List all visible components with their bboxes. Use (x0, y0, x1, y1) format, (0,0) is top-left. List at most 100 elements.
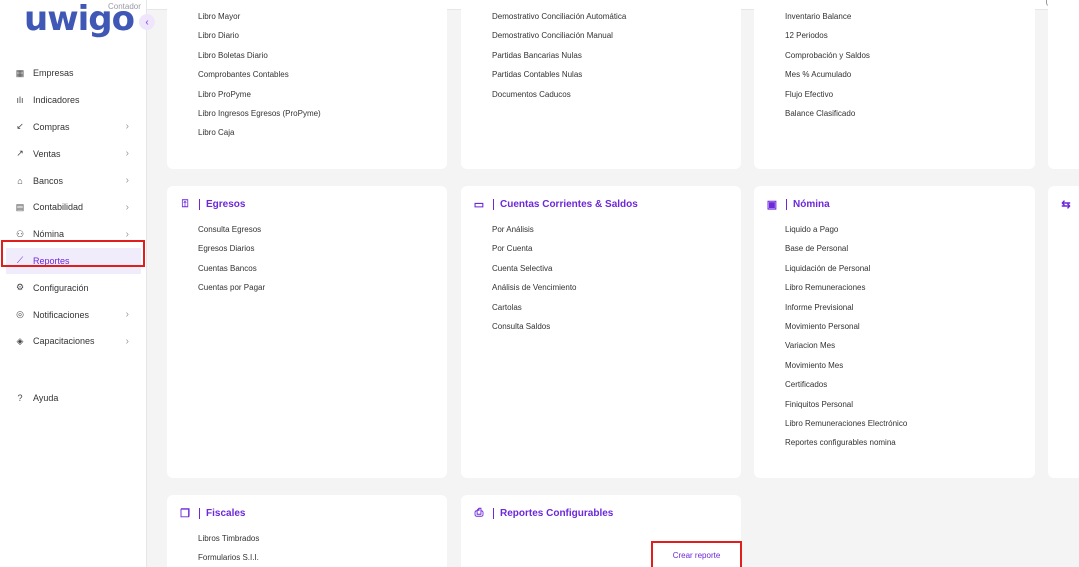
card-nomina: ▣ Nómina Liquido a Pago Base de Personal… (754, 186, 1035, 478)
report-link[interactable]: Formularios S.I.I. (198, 552, 259, 567)
report-link[interactable]: Libros Timbrados (198, 533, 259, 552)
report-link[interactable]: Libro Ingresos Egresos (ProPyme) (198, 108, 321, 127)
chevron-right-icon: › (125, 175, 129, 187)
report-link[interactable]: Reportes configurables nomina (785, 437, 907, 456)
card-header: ⍐ Egresos (179, 198, 245, 211)
report-link[interactable]: Partidas Contables Nulas (492, 69, 626, 88)
chevron-right-icon: › (125, 201, 129, 213)
arrow-up-right-icon: ↗ (16, 148, 24, 159)
report-link[interactable]: Libro Diario (198, 30, 321, 49)
sidebar-item-configuracion[interactable]: ⚙ Configuración (0, 274, 147, 301)
report-link[interactable]: Demostrativo Conciliación Automática (492, 11, 626, 30)
card-conciliacion: Demostrativo Conciliación Automática Dem… (461, 0, 741, 169)
report-link[interactable]: Consulta Egresos (198, 224, 265, 243)
help-section: ? Ayuda (0, 385, 147, 412)
card-fiscales: ❐ Fiscales Libros Timbrados Formularios … (167, 495, 447, 567)
sidebar-item-label: Contabilidad (33, 202, 84, 213)
sidebar-item-label: Notificaciones (33, 309, 90, 320)
logo-tag: Contador (108, 2, 141, 11)
sidebar-item-capacitaciones[interactable]: ◈ Capacitaciones › (0, 328, 147, 355)
report-link[interactable]: Comprobación y Saldos (785, 50, 870, 69)
chevron-right-icon: › (125, 335, 129, 347)
help-circle-icon: ? (17, 393, 23, 404)
card-header: ⎙ Reportes Configurables (473, 507, 613, 520)
create-report-button[interactable]: Crear reporte (651, 541, 742, 567)
calculator-icon: ▤ (15, 201, 25, 212)
report-link[interactable]: Inventario Balance (785, 11, 870, 30)
card-cuentas-corrientes: ▭ Cuentas Corrientes & Saldos Por Anális… (461, 186, 741, 478)
gear-icon: ⚙ (15, 282, 25, 293)
card-partial (1048, 0, 1079, 169)
highlight-reportes (1, 240, 145, 267)
report-link[interactable]: Libro Mayor (198, 11, 321, 30)
report-link[interactable]: Libro Boletas Diario (198, 50, 321, 69)
report-link[interactable]: Finiquitos Personal (785, 399, 907, 418)
report-link[interactable]: Demostrativo Conciliación Manual (492, 30, 626, 49)
logo[interactable]: uwigo Contador (24, 0, 141, 42)
sidebar-item-label: Capacitaciones (33, 336, 95, 347)
header-divider (199, 508, 200, 519)
report-link[interactable]: Cartolas (492, 302, 577, 321)
report-link[interactable]: Libro Remuneraciones (785, 282, 907, 301)
report-link[interactable]: 12 Periodos (785, 30, 870, 49)
header-divider (199, 199, 200, 210)
report-link[interactable]: Liquido a Pago (785, 224, 907, 243)
report-link[interactable]: Cuentas Bancos (198, 263, 265, 282)
report-link[interactable]: Por Cuenta (492, 243, 577, 262)
file-settings-icon: ⎙ (474, 507, 484, 519)
card-partial-transfers: ⇆ (1048, 186, 1079, 478)
sidebar-item-contabilidad[interactable]: ▤ Contabilidad › (0, 194, 147, 221)
report-link[interactable]: Cuenta Selectiva (492, 263, 577, 282)
report-link[interactable]: Mes % Acumulado (785, 69, 870, 88)
card-egresos: ⍐ Egresos Consulta Egresos Egresos Diari… (167, 186, 447, 478)
card-links: Consulta Egresos Egresos Diarios Cuentas… (198, 224, 265, 302)
sidebar-item-bancos[interactable]: ⌂ Bancos › (0, 167, 147, 194)
card-header: ▭ Cuentas Corrientes & Saldos (473, 198, 638, 211)
documents-icon: ❐ (180, 508, 190, 520)
sidebar-item-label: Bancos (33, 175, 64, 186)
report-link[interactable]: Informe Previsional (785, 302, 907, 321)
bar-chart-icon: ılı (16, 95, 24, 106)
report-link[interactable]: Movimiento Mes (785, 360, 907, 379)
report-link[interactable]: Comprobantes Contables (198, 69, 321, 88)
sidebar-item-indicadores[interactable]: ılı Indicadores (0, 87, 147, 114)
chevron-right-icon: › (125, 228, 129, 240)
card-links: Inventario Balance 12 Periodos Comprobac… (785, 11, 870, 127)
sidebar-item-notificaciones[interactable]: ◎ Notificaciones › (0, 301, 147, 328)
sidebar-item-compras[interactable]: ↙ Compras › (0, 114, 147, 141)
report-link[interactable]: Análisis de Vencimiento (492, 282, 577, 301)
report-link[interactable]: Consulta Saldos (492, 321, 577, 340)
card-title: Nómina (793, 199, 830, 210)
report-link[interactable]: Movimiento Personal (785, 321, 907, 340)
report-link[interactable]: Libro Caja (198, 127, 321, 146)
report-link[interactable]: Liquidación de Personal (785, 263, 907, 282)
sidebar-item-ayuda[interactable]: ? Ayuda (0, 385, 147, 412)
card-reportes-configurables: ⎙ Reportes Configurables Crear reporte (461, 495, 742, 567)
report-link[interactable]: Partidas Bancarias Nulas (492, 50, 626, 69)
report-link[interactable]: Por Análisis (492, 224, 577, 243)
sidebar-item-empresas[interactable]: ▦ Empresas (0, 60, 147, 87)
report-link[interactable]: Libro Remuneraciones Electrónico (785, 418, 907, 437)
sidebar-item-label: Configuración (33, 282, 89, 293)
sidebar-item-ventas[interactable]: ↗ Ventas › (0, 140, 147, 167)
card-links: Liquido a Pago Base de Personal Liquidac… (785, 224, 907, 457)
graduation-cap-icon: ◈ (16, 335, 24, 346)
report-link[interactable]: Base de Personal (785, 243, 907, 262)
card-links: Libros Timbrados Formularios S.I.I. (198, 533, 259, 567)
chevron-right-icon: › (125, 148, 129, 160)
report-link[interactable]: Certificados (785, 379, 907, 398)
report-link[interactable]: Balance Clasificado (785, 108, 870, 127)
report-link[interactable]: Egresos Diarios (198, 243, 265, 262)
header-divider (786, 199, 787, 210)
report-link[interactable]: Flujo Efectivo (785, 89, 870, 108)
collapse-sidebar-button[interactable]: ‹ (139, 14, 155, 30)
chevron-left-icon: ‹ (145, 16, 149, 28)
card-links: Demostrativo Conciliación Automática Dem… (492, 11, 626, 108)
building-icon: ▦ (15, 67, 25, 78)
report-link[interactable]: Documentos Caducos (492, 89, 626, 108)
report-link[interactable]: Cuentas por Pagar (198, 282, 265, 301)
bank-icon: ⌂ (17, 175, 23, 186)
report-link[interactable]: Libro ProPyme (198, 89, 321, 108)
users-icon: ⚇ (15, 228, 25, 239)
report-link[interactable]: Variacion Mes (785, 340, 907, 359)
